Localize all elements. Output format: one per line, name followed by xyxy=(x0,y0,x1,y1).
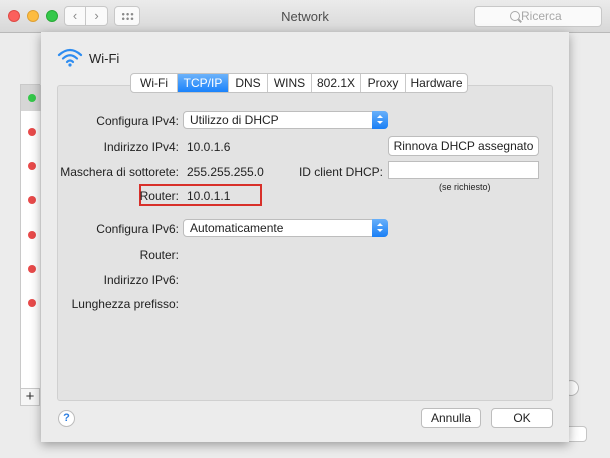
status-dot xyxy=(28,162,36,170)
tab-wins[interactable]: WINS xyxy=(268,74,312,92)
configure-ipv6-label: Configura IPv6: xyxy=(96,222,179,236)
background-button[interactable] xyxy=(569,426,587,442)
configure-ipv6-value: Automaticamente xyxy=(190,221,284,235)
help-button[interactable]: ? xyxy=(58,410,75,427)
tab-dns[interactable]: DNS xyxy=(229,74,268,92)
dhcp-client-hint: (se richiesto) xyxy=(439,182,491,192)
tcpip-panel xyxy=(57,85,553,401)
dhcp-client-id-label: ID client DHCP: xyxy=(298,165,383,179)
subnet-mask-value: 255.255.255.0 xyxy=(187,165,264,179)
tab-proxy[interactable]: Proxy xyxy=(361,74,406,92)
ipv4-address-value: 10.0.1.6 xyxy=(187,140,231,154)
search-placeholder: Ricerca xyxy=(521,9,562,23)
ipv4-router-value: 10.0.1.1 xyxy=(187,189,231,203)
ipv4-router-label: Router: xyxy=(139,189,179,203)
popup-arrows-icon xyxy=(372,111,388,129)
wifi-icon xyxy=(57,48,83,67)
add-service-button[interactable]: + xyxy=(20,388,40,406)
window-titlebar: ‹ › Network Ricerca xyxy=(0,0,610,33)
status-dot xyxy=(28,128,36,136)
renew-dhcp-button[interactable]: Rinnova DHCP assegnato xyxy=(388,136,539,156)
search-field[interactable]: Ricerca xyxy=(474,6,602,27)
service-list[interactable] xyxy=(20,84,41,406)
tab-hardware[interactable]: Hardware xyxy=(406,74,467,92)
tab-8021x[interactable]: 802.1X xyxy=(312,74,361,92)
status-dot xyxy=(28,196,36,204)
cancel-button[interactable]: Annulla xyxy=(421,408,481,428)
search-icon xyxy=(510,11,520,21)
status-dot xyxy=(28,265,36,273)
configure-ipv4-popup[interactable]: Utilizzo di DHCP xyxy=(183,111,388,129)
ipv6-address-label: Indirizzo IPv6: xyxy=(103,273,179,287)
tab-bar: Wi-Fi TCP/IP DNS WINS 802.1X Proxy Hardw… xyxy=(130,73,468,93)
ipv4-address-label: Indirizzo IPv4: xyxy=(103,140,179,154)
configure-ipv4-label: Configura IPv4: xyxy=(96,114,179,128)
dhcp-client-id-field[interactable] xyxy=(388,161,539,179)
status-dot xyxy=(28,231,36,239)
background-panel-edge xyxy=(563,80,583,420)
ipv6-router-label: Router: xyxy=(139,248,179,262)
subnet-mask-label: Maschera di sottorete: xyxy=(60,165,179,179)
popup-arrows-icon xyxy=(372,219,388,237)
prefix-length-label: Lunghezza prefisso: xyxy=(71,297,179,311)
configure-ipv6-popup[interactable]: Automaticamente xyxy=(183,219,388,237)
tab-tcpip[interactable]: TCP/IP xyxy=(178,74,229,92)
configure-ipv4-value: Utilizzo di DHCP xyxy=(190,113,279,127)
ok-button[interactable]: OK xyxy=(491,408,553,428)
status-dot xyxy=(28,94,36,102)
sheet-title: Wi-Fi xyxy=(89,51,120,66)
tab-wifi[interactable]: Wi-Fi xyxy=(131,74,178,92)
status-dot xyxy=(28,299,36,307)
network-options-sheet: Wi-Fi Wi-Fi TCP/IP DNS WINS 802.1X Proxy… xyxy=(41,32,569,442)
